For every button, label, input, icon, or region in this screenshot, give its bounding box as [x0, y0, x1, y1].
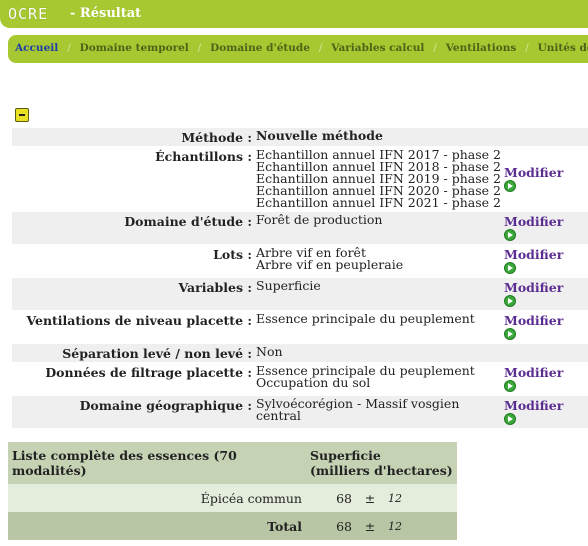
go-arrow-icon[interactable] [504, 380, 516, 392]
nav-ventilations[interactable]: Ventilations [446, 42, 517, 54]
table-row: Épicéa commun 68 ± 12 [8, 484, 457, 512]
modify-domaine-etude: Modifier [504, 211, 588, 245]
echantillon-item: Echantillon annuel IFN 2021 - phase 2 [256, 195, 501, 210]
param-label-domaine-etude: Domaine d'étude : [12, 211, 256, 245]
nav-variables-calcul[interactable]: Variables calcul [331, 42, 424, 54]
nav-separator: / [318, 42, 323, 54]
nav-accueil[interactable]: Accueil [15, 42, 58, 54]
breadcrumb-nav: Accueil / Domaine temporel / Domaine d'é… [8, 35, 588, 63]
param-label-filtrage: Données de filtrage placette : [12, 362, 256, 396]
results-header-essences: Liste complète des essences (70 modalité… [8, 442, 306, 484]
nav-separator: / [525, 42, 529, 54]
total-label: Total [8, 512, 306, 540]
app-logo: OCRE [8, 5, 49, 23]
results-header-superficie: Superficie (milliers d'hectares) [306, 442, 457, 484]
go-arrow-icon[interactable] [504, 295, 516, 307]
go-arrow-icon[interactable] [504, 180, 516, 192]
param-value-domaine-etude: Forêt de production [256, 211, 504, 245]
lot-item: Arbre vif en peupleraie [256, 257, 404, 272]
param-value-separation: Non [256, 343, 504, 363]
modify-button[interactable]: Modifier [504, 247, 588, 262]
param-value-lots: Arbre vif en forêt Arbre vif en peuplera… [256, 244, 504, 278]
total-row: Total 68 ± 12 [8, 512, 457, 540]
go-arrow-icon[interactable] [504, 262, 516, 274]
app-header: OCRE - Résultat [0, 0, 588, 28]
param-label-methode: Méthode : [12, 127, 256, 147]
row-label: Épicéa commun [8, 484, 306, 512]
collapse-toggle-icon[interactable] [15, 108, 29, 122]
nav-domaine-etude[interactable]: Domaine d'étude [210, 42, 310, 54]
modify-filtrage: Modifier [504, 362, 588, 396]
modify-ventilations: Modifier [504, 310, 588, 344]
nav-domaine-temporel[interactable]: Domaine temporel [80, 42, 189, 54]
param-label-separation: Séparation levé / non levé : [12, 343, 256, 363]
param-label-variables: Variables : [12, 277, 256, 311]
row-value: 68 [306, 484, 356, 512]
param-value-variables: Superficie [256, 277, 504, 311]
param-value-ventilations: Essence principale du peuplement [256, 310, 504, 344]
go-arrow-icon[interactable] [504, 413, 516, 425]
param-label-geographique: Domaine géographique : [12, 395, 256, 428]
modify-button[interactable]: Modifier [504, 398, 588, 413]
modify-echantillons: Modifier [504, 146, 588, 212]
modify-geographique: Modifier [504, 395, 588, 428]
modify-button[interactable]: Modifier [504, 365, 588, 380]
param-value-echantillons: Echantillon annuel IFN 2017 - phase 2 Ec… [256, 146, 504, 212]
param-label-lots: Lots : [12, 244, 256, 278]
parameters-table: Méthode : Nouvelle méthode Échantillons … [12, 127, 588, 428]
param-label-echantillons: Échantillons : [12, 146, 256, 212]
nav-separator: / [433, 42, 437, 54]
results-table: Liste complète des essences (70 modalité… [8, 442, 457, 540]
nav-separator: / [67, 42, 71, 54]
total-value: 68 [306, 512, 356, 540]
modify-button[interactable]: Modifier [504, 165, 588, 180]
row-plusminus: ± [356, 484, 384, 512]
row-error: 12 [384, 484, 457, 512]
param-value-filtrage: Essence principale du peuplement Occupat… [256, 362, 504, 396]
go-arrow-icon[interactable] [504, 229, 516, 241]
modify-button[interactable]: Modifier [504, 313, 588, 328]
modify-button[interactable]: Modifier [504, 280, 588, 295]
filtrage-item: Occupation du sol [256, 375, 371, 390]
nav-unites[interactable]: Unités de vent [538, 42, 588, 54]
param-value-geographique: Sylvoécorégion - Massif vosgien central [256, 395, 504, 428]
modify-variables: Modifier [504, 277, 588, 311]
page-title: - Résultat [70, 6, 142, 21]
nav-separator: / [197, 42, 202, 54]
total-error: 12 [384, 512, 457, 540]
param-value-methode: Nouvelle méthode [256, 127, 504, 147]
go-arrow-icon[interactable] [504, 328, 516, 340]
total-plusminus: ± [356, 512, 384, 540]
param-label-ventilations: Ventilations de niveau placette : [12, 310, 256, 344]
modify-button[interactable]: Modifier [504, 214, 588, 229]
modify-lots: Modifier [504, 244, 588, 278]
